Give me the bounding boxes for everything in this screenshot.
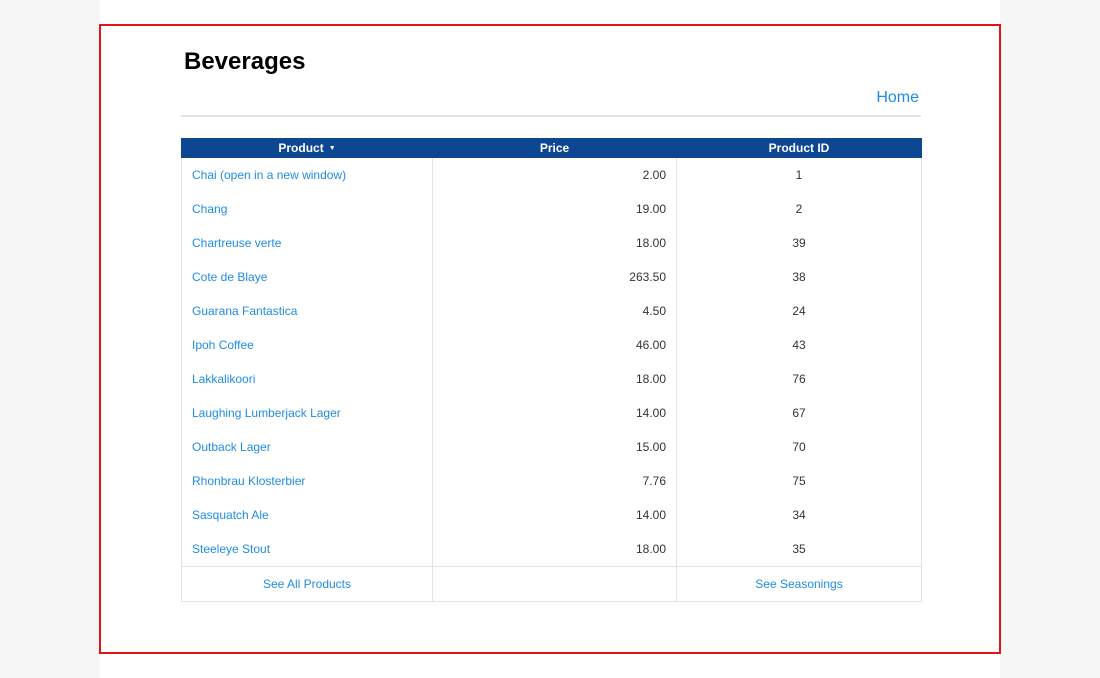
product-price-cell: 14.00 [432, 498, 677, 532]
page-title: Beverages [184, 48, 306, 75]
product-name-cell: Sasquatch Ale [181, 498, 433, 532]
product-id-cell: 75 [676, 464, 922, 498]
footer-cell-see-all: See All Products [181, 566, 433, 602]
product-link[interactable]: Chartreuse verte [192, 236, 281, 250]
product-price-cell: 18.00 [432, 226, 677, 260]
table-row: Outback Lager 15.00 70 [181, 430, 922, 464]
product-name-cell: Laughing Lumberjack Lager [181, 396, 433, 430]
product-name-cell: Lakkalikoori [181, 362, 433, 396]
column-header-product[interactable]: Product ▼ [181, 138, 433, 158]
table-row: Steeleye Stout 18.00 35 [181, 532, 922, 567]
footer-cell-empty [432, 566, 677, 602]
product-link[interactable]: Guarana Fantastica [192, 304, 297, 318]
table-row: Chai (open in a new window) 2.00 1 [181, 158, 922, 192]
product-id-cell: 67 [676, 396, 922, 430]
product-name-cell: Chartreuse verte [181, 226, 433, 260]
product-id-cell: 2 [676, 192, 922, 226]
product-id-cell: 38 [676, 260, 922, 294]
product-link[interactable]: Outback Lager [192, 440, 271, 454]
see-all-products-link[interactable]: See All Products [263, 577, 351, 591]
product-price-cell: 2.00 [432, 158, 677, 192]
product-price-cell: 14.00 [432, 396, 677, 430]
product-link[interactable]: Chai (open in a new window) [192, 168, 346, 182]
products-table: Product ▼ Price Product ID Chai (open in … [181, 138, 922, 602]
product-name-cell: Rhonbrau Klosterbier [181, 464, 433, 498]
table-row: Guarana Fantastica 4.50 24 [181, 294, 922, 328]
table-row: Sasquatch Ale 14.00 34 [181, 498, 922, 532]
content-frame: Beverages Home Product ▼ Price Product I… [99, 24, 1001, 654]
table-footer-row: See All Products See Seasonings [181, 566, 922, 602]
product-price-cell: 4.50 [432, 294, 677, 328]
product-link[interactable]: Rhonbrau Klosterbier [192, 474, 305, 488]
sort-descending-icon: ▼ [328, 145, 336, 152]
column-header-label: Price [539, 141, 570, 155]
product-link[interactable]: Sasquatch Ale [192, 508, 269, 522]
product-id-cell: 1 [676, 158, 922, 192]
table-row: Chartreuse verte 18.00 39 [181, 226, 922, 260]
product-id-cell: 39 [676, 226, 922, 260]
table-header-row: Product ▼ Price Product ID [181, 138, 922, 158]
home-link[interactable]: Home [876, 89, 919, 107]
column-header-label: Product ID [768, 141, 830, 155]
product-name-cell: Cote de Blaye [181, 260, 433, 294]
header-divider [181, 115, 921, 117]
product-id-cell: 34 [676, 498, 922, 532]
product-link[interactable]: Laughing Lumberjack Lager [192, 406, 341, 420]
product-name-cell: Chai (open in a new window) [181, 158, 433, 192]
product-id-cell: 70 [676, 430, 922, 464]
product-link[interactable]: Cote de Blaye [192, 270, 267, 284]
product-price-cell: 15.00 [432, 430, 677, 464]
product-link[interactable]: Chang [192, 202, 227, 216]
table-row: Ipoh Coffee 46.00 43 [181, 328, 922, 362]
product-price-cell: 18.00 [432, 362, 677, 396]
product-name-cell: Chang [181, 192, 433, 226]
product-name-cell: Outback Lager [181, 430, 433, 464]
product-price-cell: 7.76 [432, 464, 677, 498]
column-header-price[interactable]: Price [432, 138, 677, 158]
product-link[interactable]: Lakkalikoori [192, 372, 255, 386]
product-id-cell: 43 [676, 328, 922, 362]
column-header-product-id[interactable]: Product ID [676, 138, 922, 158]
see-seasonings-link[interactable]: See Seasonings [755, 577, 842, 591]
table-row: Lakkalikoori 18.00 76 [181, 362, 922, 396]
product-link[interactable]: Ipoh Coffee [192, 338, 254, 352]
product-price-cell: 46.00 [432, 328, 677, 362]
product-name-cell: Ipoh Coffee [181, 328, 433, 362]
table-row: Laughing Lumberjack Lager 14.00 67 [181, 396, 922, 430]
column-header-label: Product [278, 141, 324, 155]
product-price-cell: 263.50 [432, 260, 677, 294]
product-id-cell: 76 [676, 362, 922, 396]
product-link[interactable]: Steeleye Stout [192, 542, 270, 556]
table-row: Rhonbrau Klosterbier 7.76 75 [181, 464, 922, 498]
product-name-cell: Guarana Fantastica [181, 294, 433, 328]
product-id-cell: 35 [676, 532, 922, 567]
table-row: Cote de Blaye 263.50 38 [181, 260, 922, 294]
product-price-cell: 19.00 [432, 192, 677, 226]
footer-cell-see-seasonings: See Seasonings [676, 566, 922, 602]
product-name-cell: Steeleye Stout [181, 532, 433, 567]
table-row: Chang 19.00 2 [181, 192, 922, 226]
product-rows: Chai (open in a new window) 2.00 1 Chang 19.… [181, 158, 922, 567]
product-id-cell: 24 [676, 294, 922, 328]
product-price-cell: 18.00 [432, 532, 677, 567]
